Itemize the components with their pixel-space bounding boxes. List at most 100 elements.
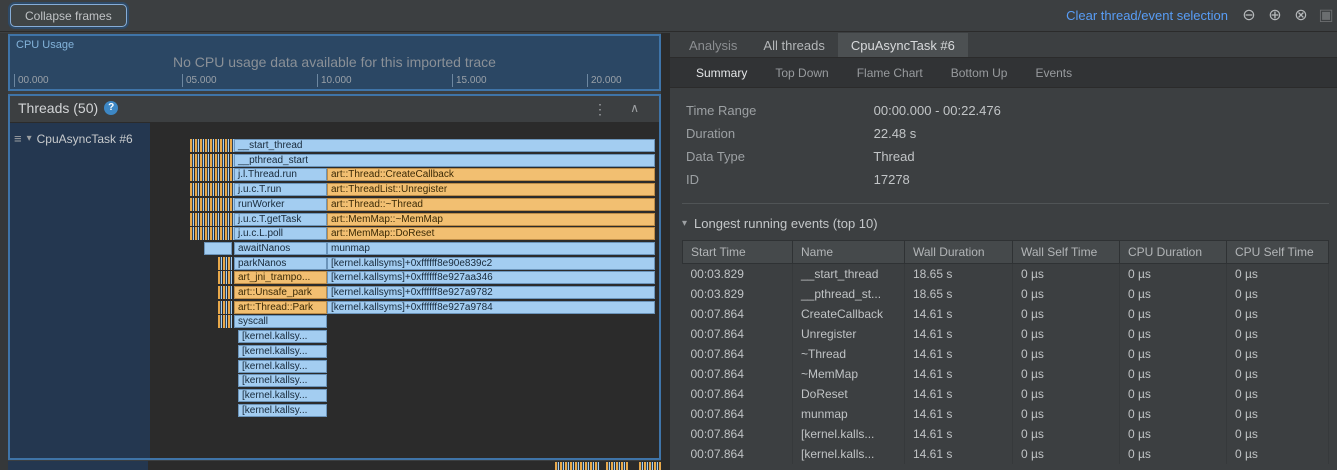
zoom-out-icon[interactable]: ⊖ — [1238, 6, 1260, 26]
events-table-row[interactable]: 00:07.864~MemMap14.61 s0 µs0 µs0 µs — [683, 364, 1329, 384]
flame-span[interactable] — [218, 257, 232, 270]
flame-span[interactable]: [kernel.kallsyms]+0xffffff8e90e839c2 — [327, 257, 655, 270]
flame-span[interactable]: __pthread_start — [234, 154, 655, 167]
flame-span[interactable]: art::Thread::~Thread — [327, 198, 655, 211]
flame-span[interactable]: syscall — [234, 315, 327, 328]
flame-span[interactable] — [190, 198, 234, 211]
flame-span[interactable] — [218, 301, 232, 314]
flame-span[interactable] — [190, 183, 234, 196]
timeline-tick: 05.000 — [182, 74, 217, 87]
subtab-flame-chart[interactable]: Flame Chart — [843, 58, 937, 87]
events-table-header-cell[interactable]: Wall Duration — [905, 241, 1013, 264]
next-thread-track-head — [8, 461, 148, 470]
timeline-tick: 00.000 — [14, 74, 49, 87]
subtab-bottom-up[interactable]: Bottom Up — [937, 58, 1022, 87]
cpu-usage-panel[interactable]: CPU Usage No CPU usage data available fo… — [8, 34, 661, 91]
tab-analysis[interactable]: Analysis — [676, 33, 750, 57]
subtab-top-down[interactable]: Top Down — [761, 58, 842, 87]
flame-span[interactable] — [190, 168, 234, 181]
events-table-cell: __pthread_st... — [793, 284, 905, 304]
flame-span[interactable]: j.u.c.T.run — [234, 183, 327, 196]
events-table-header-cell[interactable]: CPU Self Time — [1227, 241, 1329, 264]
events-table-cell: 0 µs — [1227, 304, 1329, 324]
flame-span[interactable]: art::Thread::CreateCallback — [327, 168, 655, 181]
flame-span[interactable]: __start_thread — [234, 139, 655, 152]
events-table-row[interactable]: 00:07.864Unregister14.61 s0 µs0 µs0 µs — [683, 324, 1329, 344]
flame-span[interactable]: j.l.Thread.run — [234, 168, 327, 181]
flame-span[interactable]: runWorker — [234, 198, 327, 211]
events-table-cell: 14.61 s — [905, 444, 1013, 464]
section-collapse-icon[interactable]: ▾ — [682, 218, 687, 229]
events-table-row[interactable]: 00:07.864[kernel.kalls...14.61 s0 µs0 µs… — [683, 424, 1329, 444]
collapse-panel-icon[interactable]: ∧ — [630, 101, 639, 115]
flame-span[interactable] — [218, 286, 232, 299]
flame-span[interactable] — [190, 139, 234, 152]
flame-span[interactable] — [204, 242, 232, 255]
flame-span[interactable]: [kernel.kallsy... — [238, 330, 327, 343]
timeline-tick: 10.000 — [317, 74, 352, 87]
flame-span[interactable]: [kernel.kallsy... — [238, 404, 327, 417]
flame-span[interactable]: [kernel.kallsyms]+0xffffff8e927a9782 — [327, 286, 655, 299]
events-table-cell: 18.65 s — [905, 284, 1013, 304]
flame-span[interactable]: j.u.c.T.getTask — [234, 213, 327, 226]
flame-span[interactable]: art::MemMap::DoReset — [327, 227, 655, 240]
events-table-cell: __start_thread — [793, 264, 905, 285]
flame-span[interactable]: munmap — [327, 242, 655, 255]
events-table-cell: 00:07.864 — [683, 324, 793, 344]
flame-span[interactable]: [kernel.kallsy... — [238, 389, 327, 402]
tab-cpuasynctask[interactable]: CpuAsyncTask #6 — [838, 33, 968, 57]
events-table-row[interactable]: 00:07.864DoReset14.61 s0 µs0 µs0 µs — [683, 384, 1329, 404]
flame-span[interactable]: [kernel.kallsy... — [238, 345, 327, 358]
flame-span[interactable]: [kernel.kallsyms]+0xffffff8e927aa346 — [327, 271, 655, 284]
flame-span[interactable]: j.u.c.L.poll — [234, 227, 327, 240]
events-table-row[interactable]: 00:03.829__pthread_st...18.65 s0 µs0 µs0… — [683, 284, 1329, 304]
events-table-cell: [kernel.kalls... — [793, 424, 905, 444]
events-table-cell: 14.61 s — [905, 344, 1013, 364]
flame-span[interactable] — [190, 154, 234, 167]
summary-value: 00:00.000 - 00:22.476 — [874, 103, 1001, 118]
kebab-menu-icon[interactable]: ⋮ — [593, 101, 607, 118]
flame-span[interactable]: art::Thread::Park — [234, 301, 327, 314]
events-table-row[interactable]: 00:07.864munmap14.61 s0 µs0 µs0 µs — [683, 404, 1329, 424]
longest-events-section: ▾ Longest running events (top 10) Start … — [682, 203, 1329, 464]
summary-label: Time Range — [686, 99, 870, 122]
events-table-header-cell[interactable]: Name — [793, 241, 905, 264]
clear-selection-link[interactable]: Clear thread/event selection — [1066, 8, 1228, 23]
flame-span[interactable] — [218, 315, 232, 328]
events-table-cell: ~MemMap — [793, 364, 905, 384]
subtab-summary[interactable]: Summary — [682, 58, 761, 87]
events-table-cell: 14.61 s — [905, 384, 1013, 404]
summary-row: Duration 22.48 s — [686, 122, 1327, 145]
help-icon[interactable]: ? — [104, 101, 118, 115]
flame-span[interactable] — [190, 227, 234, 240]
flame-span[interactable]: parkNanos — [234, 257, 327, 270]
next-thread-track-partial[interactable] — [8, 461, 661, 470]
events-table-header-cell[interactable]: CPU Duration — [1120, 241, 1227, 264]
zoom-in-icon[interactable]: ⊕ — [1264, 6, 1286, 26]
reset-zoom-icon[interactable]: ⊗ — [1290, 6, 1312, 26]
flame-span[interactable]: art::ThreadList::Unregister — [327, 183, 655, 196]
threads-header: Threads (50) ? ⋮ ∧ — [10, 96, 659, 123]
events-table-row[interactable]: 00:07.864~Thread14.61 s0 µs0 µs0 µs — [683, 344, 1329, 364]
flame-span[interactable] — [218, 271, 232, 284]
events-table-cell: 0 µs — [1013, 264, 1120, 285]
events-table-header-cell[interactable]: Wall Self Time — [1013, 241, 1120, 264]
flame-span[interactable]: art_jni_trampo... — [234, 271, 327, 284]
summary-label: Duration — [686, 122, 870, 145]
flame-span[interactable]: [kernel.kallsy... — [238, 374, 327, 387]
events-table-row[interactable]: 00:07.864[kernel.kalls...14.61 s0 µs0 µs… — [683, 444, 1329, 464]
events-table-row[interactable]: 00:03.829__start_thread18.65 s0 µs0 µs0 … — [683, 264, 1329, 285]
subtab-events[interactable]: Events — [1021, 58, 1086, 87]
events-table-row[interactable]: 00:07.864CreateCallback14.61 s0 µs0 µs0 … — [683, 304, 1329, 324]
events-table-cell: 18.65 s — [905, 264, 1013, 285]
flame-span[interactable]: art::MemMap::~MemMap — [327, 213, 655, 226]
flame-span[interactable]: awaitNanos — [234, 242, 327, 255]
events-table-header-cell[interactable]: Start Time — [683, 241, 793, 264]
events-table-cell: 14.61 s — [905, 324, 1013, 344]
flame-span[interactable]: [kernel.kallsyms]+0xffffff8e927a9784 — [327, 301, 655, 314]
flame-span[interactable] — [190, 213, 234, 226]
flame-span[interactable]: [kernel.kallsy... — [238, 360, 327, 373]
tab-all-threads[interactable]: All threads — [750, 33, 837, 57]
collapse-frames-button[interactable]: Collapse frames — [10, 4, 127, 27]
flame-span[interactable]: art::Unsafe_park — [234, 286, 327, 299]
